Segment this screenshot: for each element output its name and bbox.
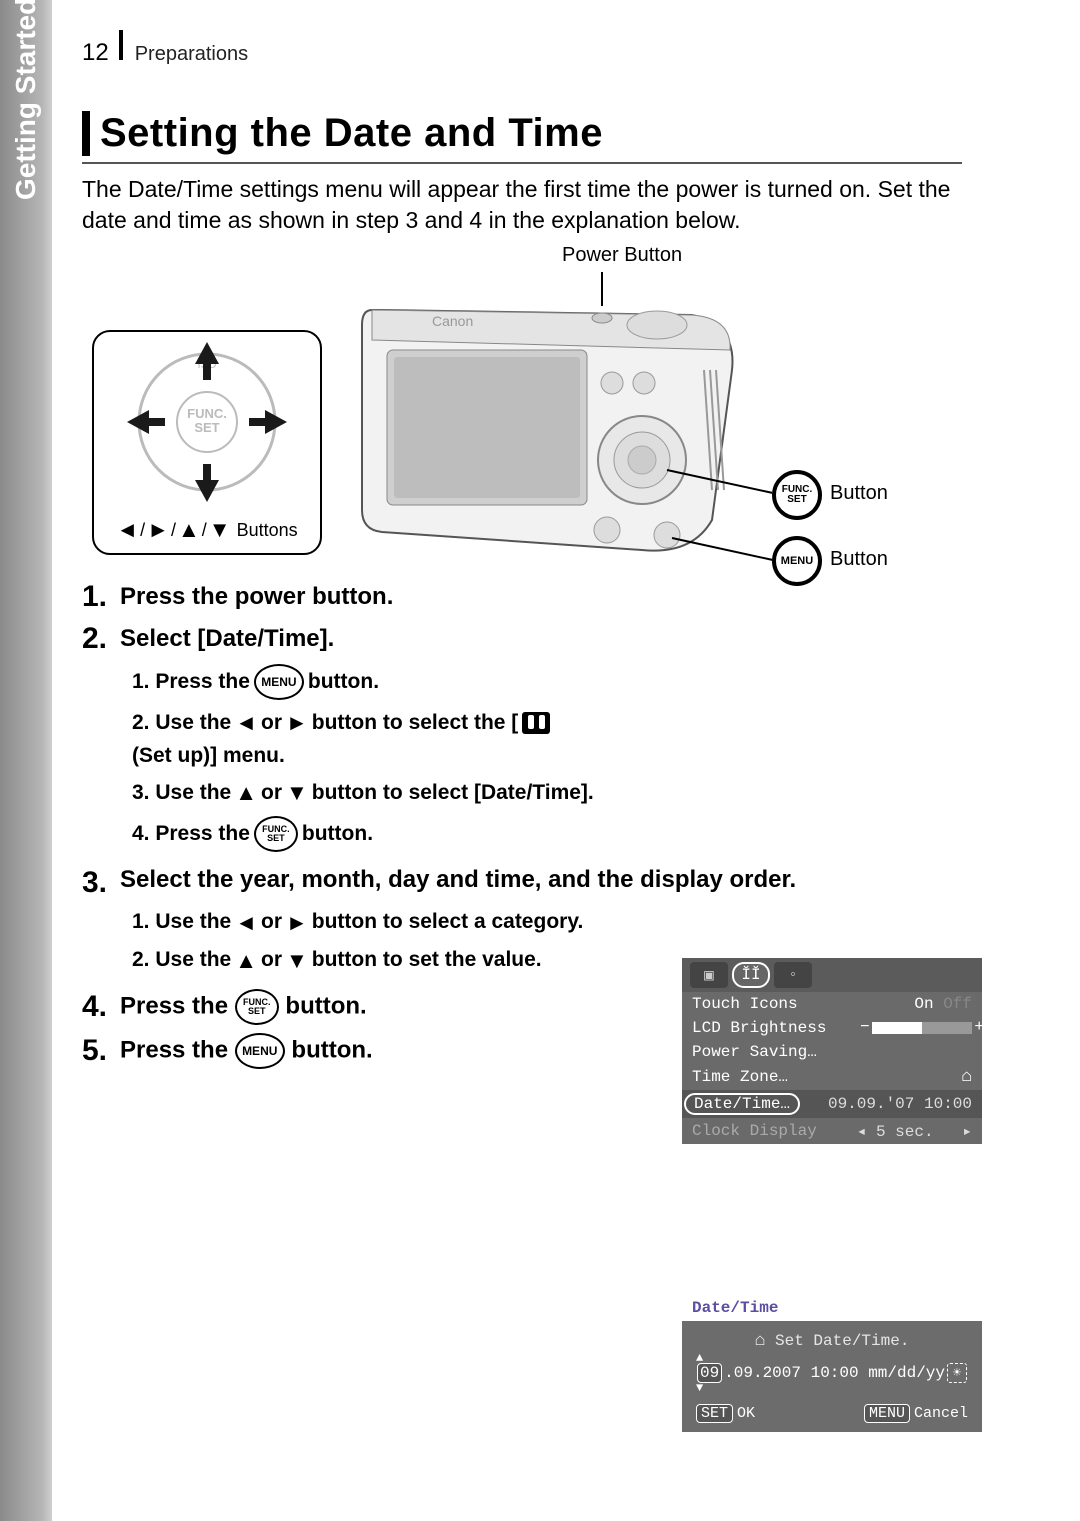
- step-1-text: Press the power button.: [120, 583, 393, 611]
- arrow-right-icon: ►: [286, 708, 308, 738]
- arrow-down-icon: ▼: [286, 946, 308, 976]
- section-rule: [82, 162, 962, 164]
- person-tab-icon: ◦: [774, 962, 812, 988]
- side-tab-label: Getting Started: [10, 0, 42, 200]
- arrow-right-icon: ►: [286, 908, 308, 938]
- step-3-2: 2. Use the ▲ or ▼ button to set the valu…: [132, 946, 622, 976]
- setup-menu-screenshot: ▣ ĬĬ ◦ Touch Icons On Off LCD Brightness…: [682, 958, 982, 1144]
- camera-tab-icon: ▣: [690, 962, 728, 988]
- arrow-left-icon: ◄: [235, 708, 257, 738]
- func-set-callout-text: FUNC.SET: [782, 485, 813, 505]
- step-5-text: Press the MENU button.: [120, 1033, 373, 1069]
- step-1: 1. Press the power button.: [82, 580, 962, 614]
- menu-row-date-time: Date/Time… 09.09.'07 10:00: [682, 1090, 982, 1118]
- heading-bar: [82, 111, 90, 156]
- camera-illustration: Canon: [312, 270, 772, 570]
- datetime-title: Date/Time: [682, 1295, 982, 1321]
- step-2-3: 3. Use the ▲ or ▼ button to select [Date…: [132, 778, 622, 808]
- setup-tools-icon: [522, 712, 550, 734]
- datetime-subtitle: Set Date/Time.: [682, 1321, 982, 1357]
- svg-text:FUNC.: FUNC.: [187, 406, 227, 421]
- brightness-slider-icon: [872, 1022, 972, 1034]
- dpad-buttons-label: ◄/ ►/ ▲/ ▼ Buttons: [116, 517, 297, 543]
- func-set-callout-icon: FUNC.SET: [772, 470, 822, 520]
- updown-arrows-icon: ▲▼: [696, 1353, 703, 1393]
- arrow-left-icon: ◄: [116, 517, 138, 543]
- menu-button-icon: MENU: [235, 1033, 285, 1069]
- menu-button-icon: MENU: [254, 664, 304, 700]
- step-2: 2. Select [Date/Time].: [82, 622, 962, 656]
- menu-row-lcd-brightness: LCD Brightness: [682, 1016, 982, 1040]
- setup-tab-icon: ĬĬ: [732, 962, 770, 988]
- datetime-set-screenshot: Date/Time Set Date/Time. ▲▼ 09 .09.2007 …: [682, 1295, 982, 1432]
- datetime-menu-cancel: MENUCancel: [864, 1405, 968, 1422]
- dst-sun-icon: ☀: [947, 1363, 967, 1383]
- page-header: 12 Preparations: [82, 30, 962, 67]
- step-2-substeps: 1. Press the MENU button. 2. Use the ◄ o…: [132, 664, 962, 852]
- menu-row-touch-icons: Touch Icons On Off: [682, 992, 982, 1016]
- side-tab: Getting Started: [0, 0, 52, 1521]
- home-icon: [755, 1332, 766, 1350]
- datetime-value-row: ▲▼ 09 .09.2007 10:00 mm/dd/yy ☀: [682, 1357, 982, 1401]
- menu-button-label: Button: [830, 548, 888, 571]
- arrow-down-icon: ▼: [286, 778, 308, 808]
- step-5-number: 5.: [82, 1034, 110, 1068]
- step-4-number: 4.: [82, 990, 110, 1024]
- step-3-text: Select the year, month, day and time, an…: [120, 866, 796, 894]
- svg-text:SET: SET: [194, 420, 219, 435]
- menu-callout-text: MENU: [781, 556, 813, 567]
- func-set-button-label: Button: [830, 482, 888, 505]
- func-set-button-icon: FUNC.SET: [235, 989, 279, 1025]
- menu-tabs: ▣ ĬĬ ◦: [682, 958, 982, 992]
- power-button-label: Power Button: [562, 244, 682, 267]
- svg-text:Canon: Canon: [432, 313, 473, 329]
- menu-row-power-saving: Power Saving…: [682, 1040, 982, 1064]
- dpad-enlargement: FUNC. SET ISO ◄/ ►/ ▲/ ▼ Buttons: [92, 330, 322, 555]
- step-2-2: 2. Use the ◄ or ► button to select the […: [132, 708, 622, 770]
- header-divider: [119, 30, 123, 60]
- menu-row-time-zone: Time Zone…: [682, 1064, 982, 1090]
- section-heading: Setting the Date and Time: [82, 111, 962, 156]
- step-2-1: 1. Press the MENU button.: [132, 664, 622, 700]
- arrow-right-icon: ►: [147, 517, 169, 543]
- arrow-up-icon: ▲: [235, 946, 257, 976]
- step-2-number: 2.: [82, 622, 110, 656]
- step-2-4: 4. Press the FUNC.SET button.: [132, 816, 622, 852]
- arrow-left-icon: ◄: [235, 908, 257, 938]
- arrow-up-icon: ▲: [235, 778, 257, 808]
- home-icon: [961, 1067, 972, 1087]
- dpad-illustration: FUNC. SET ISO: [117, 340, 297, 510]
- step-3: 3. Select the year, month, day and time,…: [82, 866, 962, 900]
- camera-diagram: Power Button: [82, 250, 962, 560]
- menu-row-clock-display: Clock Display ◂ 5 sec. ▸: [682, 1118, 982, 1144]
- datetime-footer: SETOK MENUCancel: [682, 1401, 982, 1426]
- page-content: 12 Preparations Setting the Date and Tim…: [82, 30, 962, 1077]
- section-title: Setting the Date and Time: [100, 111, 603, 156]
- arrow-down-icon: ▼: [209, 517, 231, 543]
- datetime-rest: .09.2007 10:00 mm/dd/yy: [724, 1364, 945, 1382]
- chapter-label: Preparations: [135, 43, 248, 66]
- menu-callout-icon: MENU: [772, 536, 822, 586]
- page-number: 12: [82, 39, 109, 67]
- step-4-text: Press the FUNC.SET button.: [120, 989, 367, 1025]
- func-set-button-icon: FUNC.SET: [254, 816, 298, 852]
- datetime-set-ok: SETOK: [696, 1405, 755, 1422]
- step-3-number: 3.: [82, 866, 110, 900]
- arrow-up-icon: ▲: [178, 517, 200, 543]
- step-1-number: 1.: [82, 580, 110, 614]
- step-2-text: Select [Date/Time].: [120, 625, 334, 653]
- intro-paragraph: The Date/Time settings menu will appear …: [82, 174, 962, 236]
- step-3-1: 1. Use the ◄ or ► button to select a cat…: [132, 908, 622, 938]
